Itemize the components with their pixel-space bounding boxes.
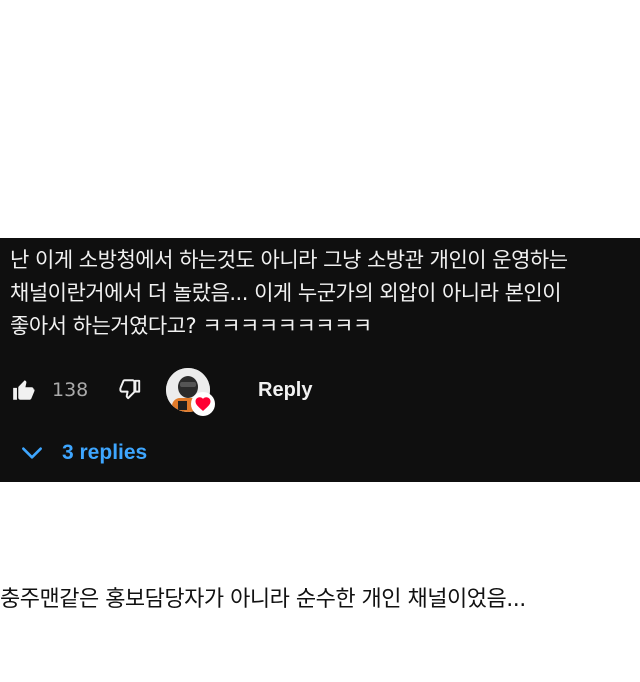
like-count: 138 xyxy=(52,379,89,401)
caption-text: 충주맨같은 홍보담당자가 아니라 순수한 개인 채널이었음... xyxy=(0,587,526,612)
thumb-down-icon xyxy=(119,379,141,400)
creator-heart-badge xyxy=(166,368,216,416)
comment-line: 채널이란거에서 더 놀랐음... 이게 누군가의 외압이 아니라 본인이 xyxy=(10,281,562,305)
replies-toggle[interactable]: 3 replies xyxy=(18,438,147,468)
chevron-down-icon xyxy=(18,439,46,467)
comment-line: 좋아서 하는거였다고? ㅋㅋㅋㅋㅋㅋㅋㅋㅋ xyxy=(10,314,372,338)
comment-actions: 138 Reply xyxy=(0,368,640,416)
reply-button[interactable]: Reply xyxy=(258,376,312,404)
heart-icon xyxy=(195,397,211,411)
heart-icon-badge xyxy=(191,392,215,416)
comment-card: 난 이게 소방청에서 하는것도 아니라 그냥 소방관 개인이 운영하는 채널이란… xyxy=(0,238,640,482)
comment-text: 난 이게 소방청에서 하는것도 아니라 그냥 소방관 개인이 운영하는 채널이란… xyxy=(10,244,638,343)
thumb-up-icon xyxy=(13,380,35,400)
replies-count-label: 3 replies xyxy=(62,441,148,464)
dislike-button[interactable] xyxy=(116,376,144,404)
comment-line: 난 이게 소방청에서 하는것도 아니라 그냥 소방관 개인이 운영하는 xyxy=(10,248,568,272)
like-button[interactable] xyxy=(10,376,38,404)
